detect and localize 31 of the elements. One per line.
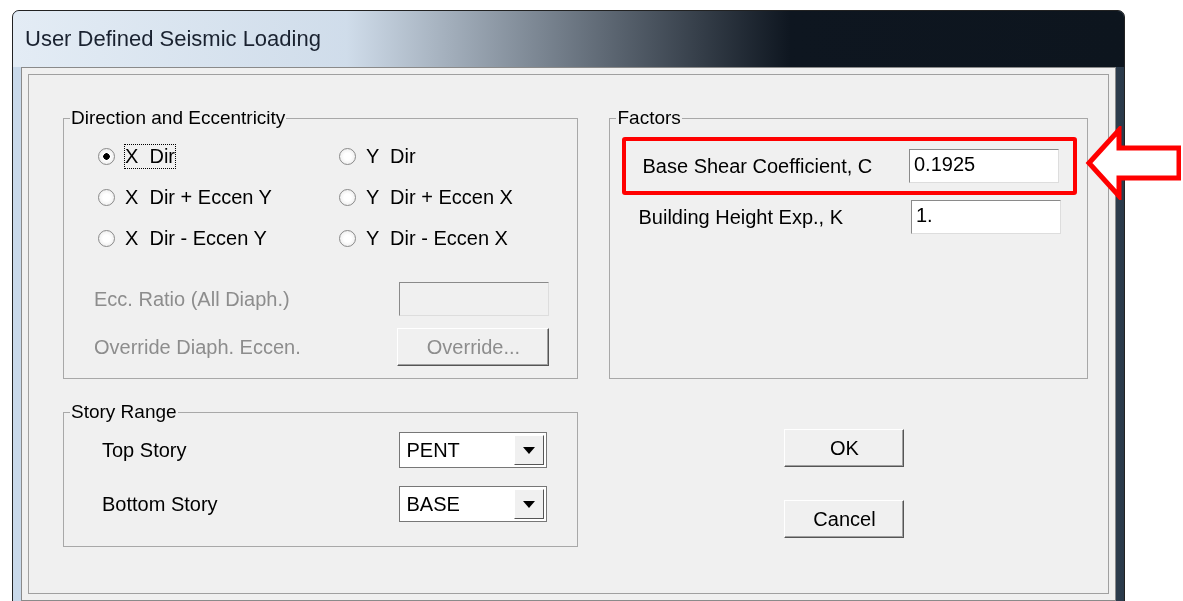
field-label: Ecc. Ratio (All Diaph.) [94,287,290,311]
group-title: Story Range [70,401,178,423]
radio-label[interactable]: X Dir [125,145,175,168]
input-field[interactable] [399,282,550,316]
radio-label[interactable]: Y Dir + Eccen X [366,186,513,209]
field-label: Base Shear Coefficient, C [642,154,873,178]
field-label: Top Story [102,438,187,462]
radio-button[interactable] [339,189,356,206]
window-title: User Defined Seismic Loading [25,26,321,52]
radio-button[interactable] [339,230,356,247]
radio-label[interactable]: Y Dir [366,145,416,168]
radio-button[interactable] [98,230,115,247]
field-label: Bottom Story [102,492,218,516]
group-title: Factors [616,107,682,129]
input-field[interactable]: 1. [911,200,1061,234]
dropdown[interactable]: BASE [399,486,548,522]
caret-icon [523,446,536,454]
radio-button[interactable] [98,148,115,165]
radio-button[interactable] [98,189,115,206]
dropdown[interactable]: PENT [399,432,548,468]
caret-icon [523,500,536,508]
field-label: Override Diaph. Eccen. [94,335,301,359]
dialog-button[interactable]: OK [784,429,905,467]
input-field[interactable]: 0.1925 [909,149,1059,183]
radio-label[interactable]: X Dir - Eccen Y [125,227,267,250]
dialog-button[interactable]: Cancel [784,500,905,538]
group-title: Direction and Eccentricity [70,107,287,129]
field-label: Building Height Exp., K [638,205,844,229]
radio-button[interactable] [339,148,356,165]
radio-label[interactable]: Y Dir - Eccen X [366,227,508,250]
radio-label[interactable]: X Dir + Eccen Y [125,186,272,209]
